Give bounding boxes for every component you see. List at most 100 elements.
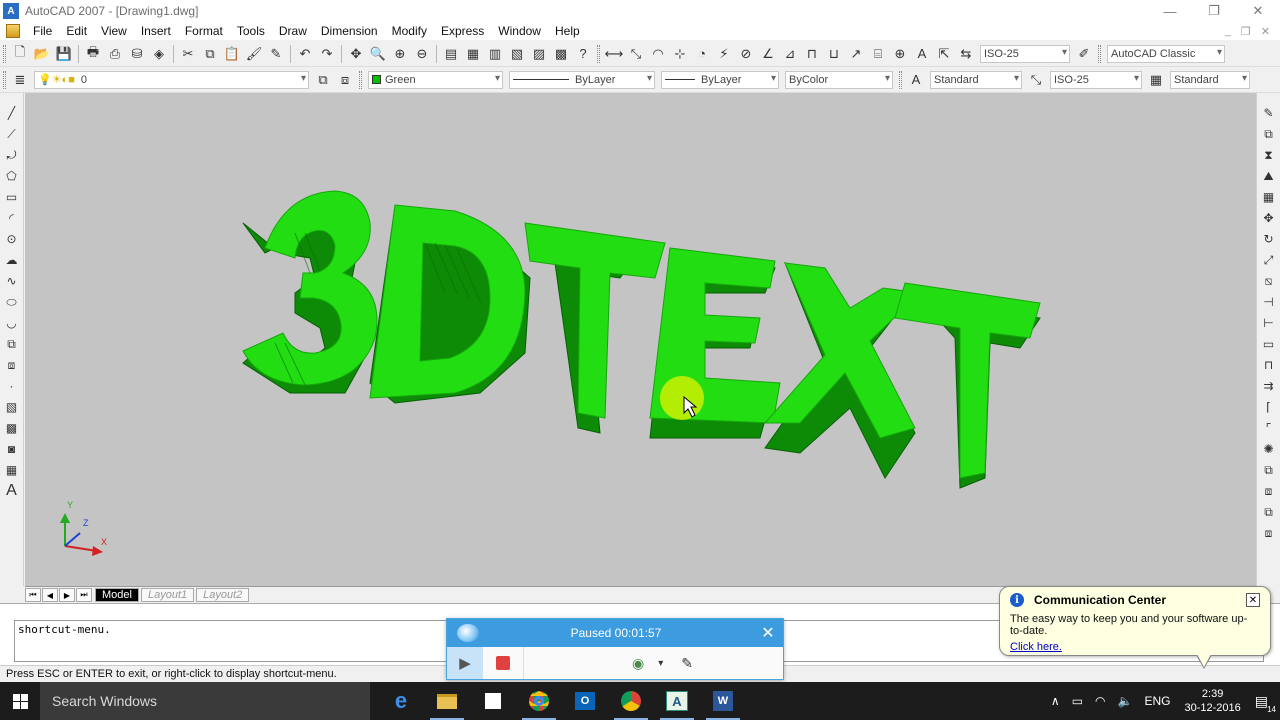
join-icon[interactable]: ⇉ <box>1259 376 1279 396</box>
diameter-icon[interactable]: ⊘ <box>736 44 756 64</box>
draworder-back-icon[interactable]: ⧈ <box>1259 481 1279 501</box>
menu-dimension[interactable]: Dimension <box>314 24 385 38</box>
draworder-front-icon[interactable]: ⧉ <box>1259 460 1279 480</box>
menu-edit[interactable]: Edit <box>59 24 94 38</box>
layer-previous-icon[interactable]: ⧈ <box>335 70 355 90</box>
next-layout-icon[interactable]: ▶ <box>59 588 75 602</box>
construction-line-icon[interactable]: ⟋ <box>2 124 22 144</box>
dimension-update-icon[interactable]: ⇆ <box>956 44 976 64</box>
array-icon[interactable]: ▦ <box>1259 187 1279 207</box>
stretch-icon[interactable]: ⧅ <box>1259 271 1279 291</box>
center-mark-icon[interactable]: ⊕ <box>890 44 910 64</box>
block-editor-icon[interactable]: ✎ <box>266 44 286 64</box>
text-style-icon[interactable]: A <box>906 70 926 90</box>
continue-icon[interactable]: ⊔ <box>824 44 844 64</box>
cut-icon[interactable]: ✂ <box>178 44 198 64</box>
restore-button[interactable]: ❐ <box>1192 0 1236 22</box>
drawing-viewport[interactable]: Y Z X <box>25 93 1256 586</box>
region-icon[interactable]: ◙ <box>2 439 22 459</box>
close-button[interactable]: ✕ <box>1236 0 1280 22</box>
calculator-icon[interactable]: ▩ <box>551 44 571 64</box>
copy-icon[interactable]: ⧉ <box>200 44 220 64</box>
tray-overflow-icon[interactable]: ∧ <box>1045 694 1066 708</box>
angular-icon[interactable]: ∠ <box>758 44 778 64</box>
menu-express[interactable]: Express <box>434 24 491 38</box>
battery-icon[interactable]: ▭ <box>1066 694 1089 708</box>
zoom-window-icon[interactable]: ⊕ <box>390 44 410 64</box>
polyline-icon[interactable]: ⤾ <box>2 145 22 165</box>
quick-leader-icon[interactable]: ↗ <box>846 44 866 64</box>
file-explorer-icon[interactable] <box>424 682 470 720</box>
layer-manager-icon[interactable]: ≣ <box>10 70 30 90</box>
publish-icon[interactable]: ⛁ <box>127 44 147 64</box>
toolbar-grip[interactable] <box>3 70 6 89</box>
rotate-icon[interactable]: ↻ <box>1259 229 1279 249</box>
erase-icon[interactable]: ✎ <box>1259 103 1279 123</box>
plotstyle-select[interactable]: ByColor <box>785 70 893 89</box>
jogged-icon[interactable]: ⚡ <box>714 44 734 64</box>
3d-dwf-icon[interactable]: ◈ <box>149 44 169 64</box>
table-style-icon[interactable]: ▦ <box>1146 70 1166 90</box>
polygon-icon[interactable]: ⬠ <box>2 166 22 186</box>
arc-length-icon[interactable]: ◠ <box>648 44 668 64</box>
sheet-set-icon[interactable]: ▧ <box>507 44 527 64</box>
pan-icon[interactable]: ✥ <box>346 44 366 64</box>
autocad-app-icon[interactable]: A <box>3 3 19 19</box>
mirror-icon[interactable]: ⧗ <box>1259 145 1279 165</box>
autocad-taskbar-icon[interactable]: A <box>654 682 700 720</box>
aligned-dimension-icon[interactable]: ⤡ <box>626 44 646 64</box>
linetype-select[interactable]: ByLayer <box>509 70 655 89</box>
ellipse-icon[interactable]: ⬭ <box>2 292 22 312</box>
dimension-style-select[interactable]: ISO-25 <box>980 44 1070 63</box>
make-block-icon[interactable]: ⧈ <box>2 355 22 375</box>
revision-cloud-icon[interactable]: ☁ <box>2 250 22 270</box>
copy-object-icon[interactable]: ⧉ <box>1259 124 1279 144</box>
offset-icon[interactable]: ⛰ <box>1259 166 1279 186</box>
doc-minimize-icon[interactable]: _ <box>1225 25 1231 38</box>
dimension-style-select-2[interactable]: ISO-25 <box>1050 70 1142 89</box>
radius-icon[interactable]: ◔ <box>692 44 712 64</box>
fillet-icon[interactable]: ⌜ <box>1259 418 1279 438</box>
point-icon[interactable]: · <box>2 376 22 396</box>
plot-preview-icon[interactable]: ⎙ <box>105 44 125 64</box>
design-center-icon[interactable]: ▦ <box>463 44 483 64</box>
baseline-icon[interactable]: ⊓ <box>802 44 822 64</box>
tolerance-icon[interactable]: ⌸ <box>868 44 888 64</box>
toolbar-grip[interactable] <box>1098 44 1101 63</box>
word-icon[interactable]: W <box>700 682 746 720</box>
color-select[interactable]: Green <box>368 70 503 89</box>
toolbar-grip[interactable] <box>3 44 6 63</box>
balloon-link[interactable]: Click here. <box>1010 641 1260 653</box>
ellipse-arc-icon[interactable]: ◡ <box>2 313 22 333</box>
text-style-select[interactable]: Standard <box>930 70 1022 89</box>
insert-block-icon[interactable]: ⧉ <box>2 334 22 354</box>
doc-close-icon[interactable]: ✕ <box>1261 25 1270 38</box>
save-icon[interactable]: 💾 <box>54 44 74 64</box>
recorder-close-icon[interactable]: ✕ <box>753 623 783 643</box>
match-properties-icon[interactable]: 🖌 <box>244 44 264 64</box>
extend-icon[interactable]: ⊢ <box>1259 313 1279 333</box>
undo-icon[interactable]: ↶ <box>295 44 315 64</box>
spline-icon[interactable]: ∿ <box>2 271 22 291</box>
dimension-style-manager-icon[interactable]: ⤡ <box>1026 70 1046 90</box>
table-style-select[interactable]: Standard <box>1170 70 1250 89</box>
balloon-close-icon[interactable]: ✕ <box>1246 593 1260 607</box>
annotate-pen-icon[interactable]: ✎ <box>681 655 693 672</box>
tab-layout2[interactable]: Layout2 <box>196 588 250 602</box>
webcam-icon[interactable]: ◉ <box>632 655 644 672</box>
quick-dimension-icon[interactable]: ⊿ <box>780 44 800 64</box>
menu-draw[interactable]: Draw <box>272 24 314 38</box>
dimension-text-edit-icon[interactable]: ⇱ <box>934 44 954 64</box>
ordinate-icon[interactable]: ⊹ <box>670 44 690 64</box>
move-icon[interactable]: ✥ <box>1259 208 1279 228</box>
draworder-under-icon[interactable]: ⧈ <box>1259 523 1279 543</box>
volume-icon[interactable]: 🔈 <box>1112 694 1139 708</box>
arc-icon[interactable]: ◜ <box>2 208 22 228</box>
draworder-above-icon[interactable]: ⧉ <box>1259 502 1279 522</box>
hatch-icon[interactable]: ▧ <box>2 397 22 417</box>
minimize-button[interactable]: — <box>1148 0 1192 22</box>
chamfer-icon[interactable]: ⌈ <box>1259 397 1279 417</box>
break-at-point-icon[interactable]: ▭ <box>1259 334 1279 354</box>
workspace-select[interactable]: AutoCAD Classic <box>1107 44 1225 63</box>
table-icon[interactable]: ▦ <box>2 460 22 480</box>
